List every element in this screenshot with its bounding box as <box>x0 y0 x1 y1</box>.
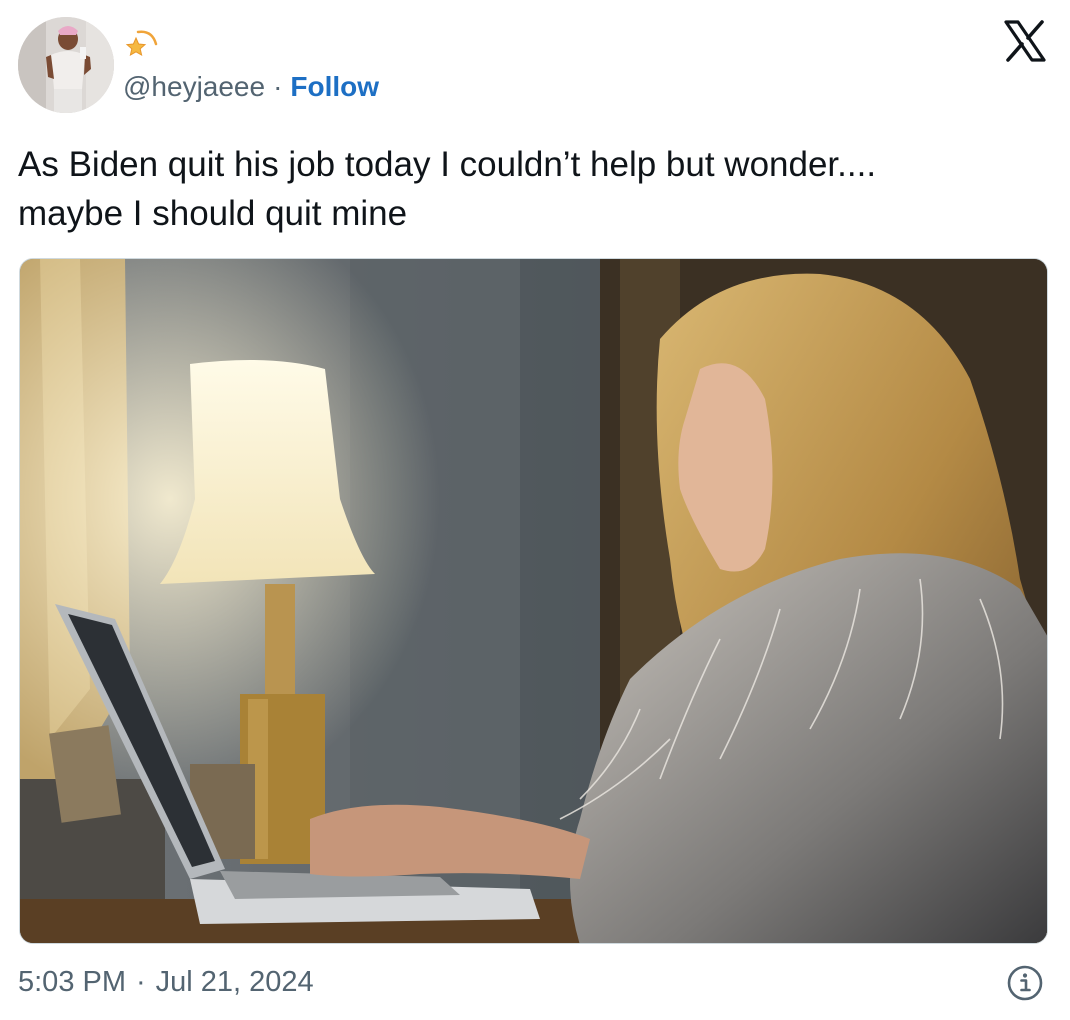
follow-button[interactable]: Follow <box>290 71 379 102</box>
avatar-image <box>18 17 114 113</box>
tweet-photo[interactable] <box>19 258 1048 944</box>
tweet-text-line-1: As Biden quit his job today I couldn’t h… <box>18 145 877 184</box>
photo-illustration <box>20 259 1047 943</box>
author-handle[interactable]: @heyjaeee <box>123 71 265 102</box>
tweet-text: As Biden quit his job today I couldn’t h… <box>18 140 1048 238</box>
separator-dot: · <box>136 966 146 998</box>
shooting-star-icon <box>125 30 158 56</box>
x-logo-icon[interactable] <box>1002 18 1048 64</box>
tweet-timestamp[interactable]: 5:03 PM · Jul 21, 2024 <box>18 963 314 1001</box>
info-icon[interactable] <box>1006 964 1044 1002</box>
tweet-date: Jul 21, 2024 <box>155 966 314 998</box>
tweet-time: 5:03 PM <box>18 966 126 998</box>
avatar[interactable] <box>18 17 114 113</box>
author-row: @heyjaeee · Follow <box>123 70 379 104</box>
separator-dot: · <box>273 71 283 102</box>
tweet-text-line-2: maybe I should quit mine <box>18 194 408 233</box>
